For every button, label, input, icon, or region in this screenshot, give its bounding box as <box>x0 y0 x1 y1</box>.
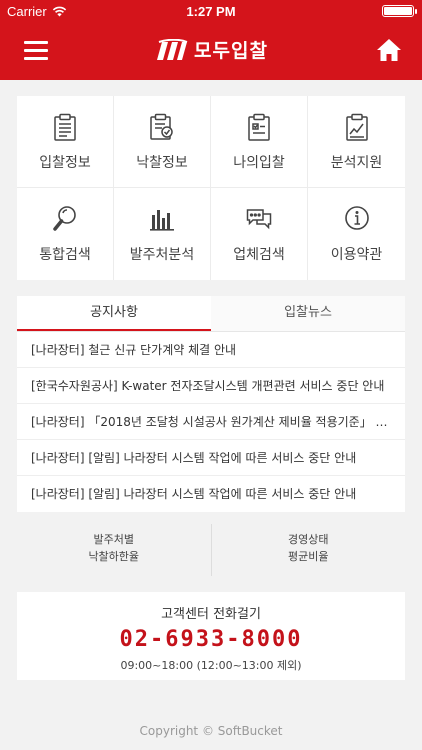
call-center-phone: 02-6933-8000 <box>119 627 303 652</box>
call-center-title: 고객센터 전화걸기 <box>161 607 261 622</box>
home-icon[interactable] <box>376 38 402 62</box>
stats-links: 발주처별 낙찰하한율 경영상태 평균비율 <box>17 524 405 576</box>
client-lower-limit-rate-link[interactable]: 발주처별 낙찰하한율 <box>17 524 211 576</box>
notice-item[interactable]: [나라장터] [알림] 나라장터 시스템 작업에 따른 서비스 중단 안내 <box>17 440 405 476</box>
stat-line: 발주처별 <box>93 533 134 546</box>
tab-announcements[interactable]: 공지사항 <box>17 296 211 331</box>
menu-analysis[interactable]: 분석지원 <box>308 96 405 188</box>
menu-terms-of-use[interactable]: 이용약관 <box>308 188 405 280</box>
menu-label: 분석지원 <box>330 155 383 171</box>
chat-bubbles-icon <box>246 209 272 230</box>
info-circle-icon <box>344 206 369 230</box>
notice-panel: 공지사항 입찰뉴스 [나라장터] 철근 신규 단가계약 체결 안내 [한국수자원… <box>17 296 405 512</box>
tab-bid-news[interactable]: 입찰뉴스 <box>211 296 405 331</box>
clipboard-award-icon <box>150 113 173 140</box>
brand-mark-icon <box>157 38 188 60</box>
menu-label: 낙찰정보 <box>136 155 188 171</box>
notice-tabs: 공지사항 입찰뉴스 <box>17 296 405 332</box>
status-bar: Carrier 1:27 PM <box>0 0 422 22</box>
bar-chart-icon <box>150 210 174 231</box>
management-average-ratio-link[interactable]: 경영상태 평균비율 <box>210 524 406 576</box>
battery-fill <box>384 7 412 15</box>
stat-line: 경영상태 <box>288 533 329 546</box>
call-center-hours: 09:00~18:00 (12:00~13:00 제외) <box>120 659 302 672</box>
copyright: Copyright © SoftBucket <box>139 724 283 738</box>
menu-label: 업체검색 <box>233 247 285 263</box>
menu-integrated-search[interactable]: 통합검색 <box>17 188 114 280</box>
clipboard-list-icon <box>54 113 76 141</box>
menu-bid-info[interactable]: 입찰정보 <box>17 96 114 188</box>
notice-item[interactable]: [나라장터] [알림] 나라장터 시스템 작업에 따른 서비스 중단 안내 <box>17 476 405 512</box>
menu-label: 나의입찰 <box>233 155 285 171</box>
clipboard-check-icon <box>248 113 270 141</box>
notice-item[interactable]: [한국수자원공사] K-water 전자조달시스템 개편관련 서비스 중단 안내 <box>17 368 405 404</box>
app-header: 모두입찰 <box>0 22 422 80</box>
menu-label: 이용약관 <box>330 247 383 263</box>
clock: 1:27 PM <box>186 4 236 19</box>
menu-label: 통합검색 <box>39 247 91 263</box>
stat-line: 평균비율 <box>288 550 329 563</box>
menu-grid: 입찰정보 낙찰정보 나의입찰 분석지원 통합검색 발주처분석 업체검색 이용약관 <box>17 96 405 280</box>
magnifier-icon <box>53 206 76 231</box>
app-logo: 모두입찰 <box>0 36 422 63</box>
menu-label: 입찰정보 <box>39 155 91 171</box>
notice-item[interactable]: [나라장터] 철근 신규 단가계약 체결 안내 <box>17 332 405 368</box>
clipboard-chart-icon <box>345 113 368 141</box>
stat-line: 낙찰하한율 <box>88 550 140 563</box>
battery-icon <box>382 5 417 17</box>
call-center-button[interactable]: 고객센터 전화걸기 02-6933-8000 09:00~18:00 (12:0… <box>17 592 405 680</box>
menu-award-info[interactable]: 낙찰정보 <box>114 96 211 188</box>
logo-text: 모두입찰 <box>194 40 268 62</box>
notice-item[interactable]: [나라장터] 「2018년 조달청 시설공사 원가계산 제비율 적용기준」 … <box>17 404 405 440</box>
menu-client-analysis[interactable]: 발주처분석 <box>114 188 211 280</box>
menu-company-search[interactable]: 업체검색 <box>211 188 308 280</box>
menu-label: 발주처분석 <box>129 247 195 263</box>
menu-my-bids[interactable]: 나의입찰 <box>211 96 308 188</box>
